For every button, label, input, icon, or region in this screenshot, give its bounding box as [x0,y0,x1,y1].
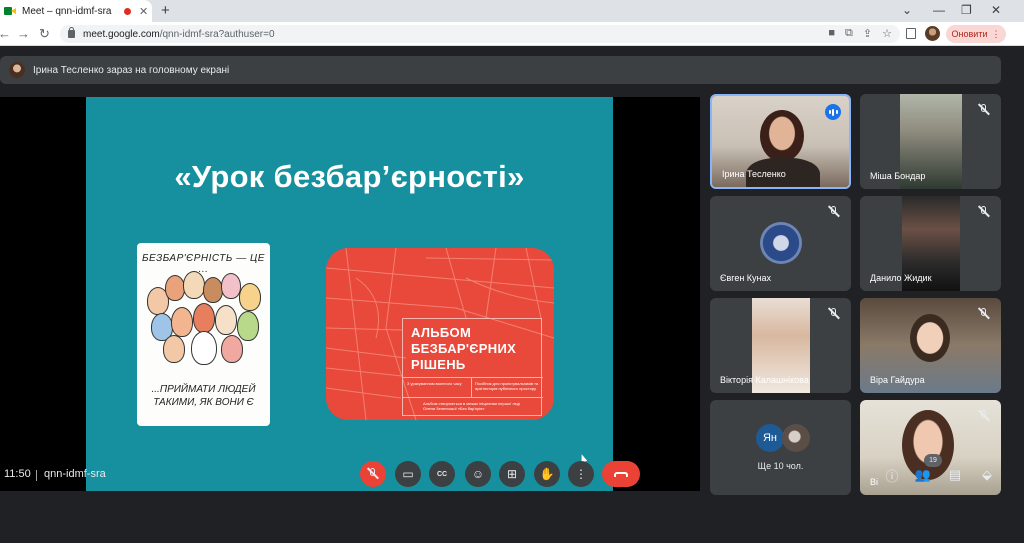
participant-tile-iryna[interactable]: Ірина Тесленко [710,94,851,189]
presenting-text: Ірина Тесленко зараз на головному екрані [33,64,230,76]
address-bar[interactable]: meet.google.com/qnn-idmf-sra?authuser=0 … [60,25,900,43]
presenting-banner: Ірина Тесленко зараз на головному екрані [0,56,1001,84]
meet-window: Ірина Тесленко зараз на головному екрані… [0,46,1024,543]
recording-indicator-icon [124,7,131,15]
tab-search-icon[interactable]: ⌄ [902,3,912,17]
album-title: АЛЬБОМ БЕЗБАР'ЄРНИХ РІШЕНЬ [411,325,516,373]
presentation-stage[interactable]: «Урок безбар’єрності» БЕЗБАР'ЄРНІСТЬ — Ц… [0,97,700,491]
omnibox-actions: ■ ⧉ ⇪ ☆ [828,27,892,40]
album-title-line-3: РІШЕНЬ [411,357,466,372]
tab-close-icon[interactable]: ✕ [139,5,148,18]
url-text: meet.google.com/qnn-idmf-sra?authuser=0 [83,28,275,40]
maximize-button[interactable]: ❐ [961,3,972,17]
slide-title: «Урок безбар’єрності» [174,159,525,194]
album-divider-2 [403,397,543,398]
muted-mic-icon [977,205,991,219]
album-col-2: Посібник для проектувальників та архітек… [475,381,539,391]
speaking-indicator-icon [825,104,841,120]
participant-tile-vira[interactable]: Віра Гайдура [860,298,1001,393]
participant-avatar [782,424,810,452]
album-title-box: АЛЬБОМ БЕЗБАР'ЄРНИХ РІШЕНЬ З урахуванням… [402,318,543,416]
participant-avatar [760,222,802,264]
album-cover-image: АЛЬБОМ БЕЗБАР'ЄРНИХ РІШЕНЬ З урахуванням… [326,248,554,420]
bookmark-star-icon[interactable]: ☆ [882,27,892,40]
browser-tab-meet[interactable]: Meet – qnn-idmf-sra ✕ [0,0,152,22]
participant-tile-vi[interactable]: Ві [860,400,1001,495]
side-panel-icon[interactable] [906,28,916,39]
poster-bottom-line-2: ТАКИМИ, ЯК ВОНИ Є [153,397,254,408]
presenter-avatar [9,62,25,78]
participant-name: Віра Гайдура [870,375,925,385]
share-icon[interactable]: ⇪ [863,27,872,40]
participant-name: Євген Кунах [720,273,772,283]
muted-mic-icon [977,103,991,117]
google-meet-icon [4,6,16,16]
forward-arrow-icon[interactable]: → [17,26,30,41]
muted-mic-icon [827,307,841,321]
participant-person [910,314,950,362]
poster-bottom-text: ...ПРИЙМАТИ ЛЮДЕЙ ТАКИМИ, ЯК ВОНИ Є [137,383,270,409]
participant-name: Вікторія Калашнікова [720,375,809,385]
presented-slide: «Урок безбар’єрності» БЕЗБАР'ЄРНІСТЬ — Ц… [86,97,613,491]
tab-title: Meet – qnn-idmf-sra [22,5,112,17]
browser-toolbar: ← → ↻ meet.google.com/qnn-idmf-sra?authu… [0,22,1024,46]
participant-tile-misha[interactable]: Міша Бондар [860,94,1001,189]
participant-name: Данило Жидик [870,273,932,283]
lock-icon [68,27,75,38]
poster-bottom-line-1: ...ПРИЙМАТИ ЛЮДЕЙ [151,384,256,395]
participant-person [760,110,804,162]
more-participants-count: Ще 10 чол. [757,461,804,471]
kebab-menu-icon: ⋮ [991,28,1001,39]
mouse-cursor-icon [578,453,588,463]
browser-tab-bar: Meet – qnn-idmf-sra ✕ + ⌄ — ❐ ✕ [0,0,1024,22]
update-label: Оновити [951,29,988,39]
participant-tile-viktoriia[interactable]: Вікторія Калашнікова [710,298,851,393]
minimize-button[interactable]: — [933,3,945,17]
poster-image: БЕЗБАР'ЄРНІСТЬ — ЦЕ ... ...ПРИЙМАТИ ЛЮДЕ… [137,243,270,426]
camera-in-use-icon[interactable]: ■ [828,27,835,40]
album-divider-vertical [471,377,472,397]
window-close-button[interactable]: ✕ [991,3,1001,17]
album-col-1: З урахуванням воєнного часу [407,381,462,386]
album-divider [403,377,543,378]
faces-illustration [143,269,265,369]
muted-mic-icon [977,307,991,321]
participant-name: Ірина Тесленко [722,169,786,179]
back-arrow-icon[interactable]: ← [0,26,11,41]
translate-icon[interactable]: ⧉ [845,27,853,40]
album-title-line-1: АЛЬБОМ [411,325,472,340]
participant-tile-yevhen[interactable]: Євген Кунах [710,196,851,291]
new-tab-button[interactable]: + [161,2,170,19]
participant-initials-avatar: Ян [756,424,784,452]
more-participants-tile[interactable]: Ян Ще 10 чол. [710,400,851,495]
reload-icon[interactable]: ↻ [39,26,50,42]
album-footer: Альбом створюється в межах ініціативи пе… [423,401,521,411]
muted-mic-icon [827,205,841,219]
muted-mic-icon [977,409,991,423]
album-title-line-2: БЕЗБАР'ЄРНИХ [411,341,517,356]
participant-name: Ві [870,477,879,487]
participant-name: Міша Бондар [870,171,926,181]
profile-avatar[interactable] [925,26,940,41]
participant-tile-danylo[interactable]: Данило Жидик [860,196,1001,291]
update-chrome-button[interactable]: Оновити ⋮ [946,25,1006,43]
participant-person [902,410,954,480]
